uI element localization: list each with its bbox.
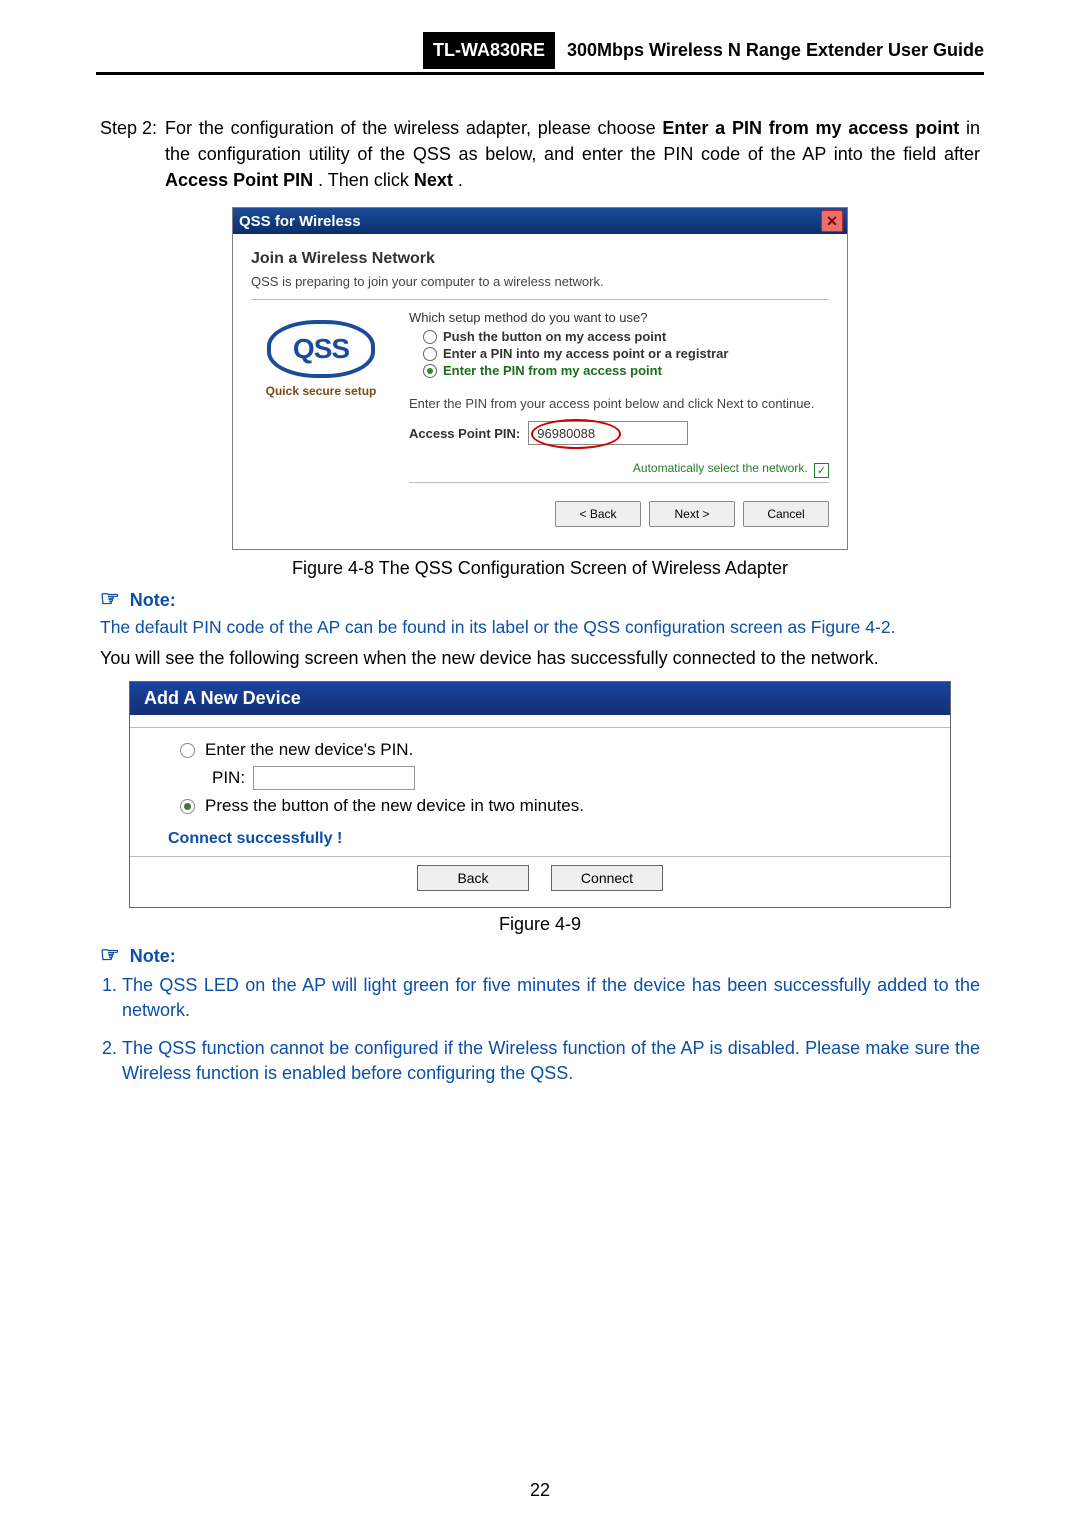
figure-4-8-caption: Figure 4-8 The QSS Configuration Screen …	[100, 558, 980, 579]
figure-4-9-caption: Figure 4-9	[100, 914, 980, 935]
note-label-1: Note:	[130, 590, 176, 611]
option-enter-pin-into-ap[interactable]: Enter a PIN into my access point or a re…	[423, 346, 829, 361]
document-page: TL-WA830RE 300Mbps Wireless N Range Exte…	[0, 0, 1080, 1527]
header-model: TL-WA830RE	[423, 32, 555, 69]
close-icon[interactable]: ✕	[821, 210, 843, 232]
qss-dialog: QSS for Wireless ✕ Join a Wireless Netwo…	[232, 207, 848, 550]
qss-main: QSS Quick secure setup Which setup metho…	[251, 310, 829, 535]
add-device-dialog: Add A New Device Enter the new device's …	[129, 681, 951, 908]
page-number: 22	[0, 1480, 1080, 1501]
back-button[interactable]: < Back	[555, 501, 641, 527]
option-push-button[interactable]: Push the button on my access point	[423, 329, 829, 344]
back-button[interactable]: Back	[417, 865, 529, 891]
step-bold1: Enter a PIN from my access point	[662, 118, 959, 138]
hand-icon: ☞	[100, 944, 120, 966]
access-point-pin-input[interactable]: 96980088	[528, 421, 688, 445]
qss-subtext: QSS is preparing to join your computer t…	[251, 274, 829, 289]
qss-logo-icon: QSS	[267, 320, 375, 378]
note-label-2: Note:	[130, 946, 176, 967]
option-enter-device-pin-label: Enter the new device's PIN.	[205, 740, 413, 760]
radio-icon	[423, 330, 437, 344]
step-pre: For the configuration of the wireless ad…	[165, 118, 662, 138]
step-body: For the configuration of the wireless ad…	[165, 115, 980, 193]
device-pin-input[interactable]	[253, 766, 415, 790]
qss-dialog-title: QSS for Wireless	[239, 213, 361, 230]
hand-icon: ☞	[100, 588, 120, 610]
divider	[130, 727, 950, 728]
list-item: The QSS function cannot be configured if…	[122, 1036, 980, 1086]
cancel-button[interactable]: Cancel	[743, 501, 829, 527]
step-label: Step 2:	[100, 115, 157, 193]
option-enter-pin-into-ap-label: Enter a PIN into my access point or a re…	[443, 346, 728, 361]
plain-text-1: You will see the following screen when t…	[100, 648, 980, 669]
note-body-1: The default PIN code of the AP can be fo…	[100, 617, 980, 638]
add-device-footer: Back Connect	[130, 856, 950, 899]
device-pin-row: PIN:	[212, 766, 928, 790]
list-item: The QSS LED on the AP will light green f…	[122, 973, 980, 1023]
qss-question: Which setup method do you want to use?	[409, 310, 829, 325]
auto-select-label: Automatically select the network.	[633, 461, 808, 475]
connect-success-text: Connect successfully !	[168, 830, 928, 848]
radio-icon	[180, 799, 195, 814]
step-paragraph: Step 2: For the configuration of the wir…	[100, 115, 980, 193]
qss-dialog-footer: < Back Next > Cancel	[409, 493, 829, 535]
auto-select-row: Automatically select the network. ✓	[409, 461, 829, 478]
access-point-pin-value: 96980088	[537, 426, 595, 441]
divider	[409, 482, 829, 483]
qss-dialog-titlebar: QSS for Wireless ✕	[233, 208, 847, 234]
checkbox-auto-select[interactable]: ✓	[814, 463, 829, 478]
access-point-pin-row: Access Point PIN: 96980088	[409, 421, 829, 445]
option-enter-pin-from-ap-label: Enter the PIN from my access point	[443, 363, 662, 378]
step-bold2: Access Point PIN	[165, 170, 313, 190]
qss-dialog-title-text: QSS for Wireless	[239, 213, 361, 230]
radio-icon	[180, 743, 195, 758]
qss-side-logo: QSS Quick secure setup	[251, 320, 391, 535]
note-header-2: ☞ Note:	[100, 945, 980, 967]
option-enter-pin-from-ap[interactable]: Enter the PIN from my access point	[423, 363, 829, 378]
device-pin-label: PIN:	[212, 768, 245, 788]
option-press-button[interactable]: Press the button of the new device in tw…	[180, 796, 928, 816]
qss-dialog-body: Join a Wireless Network QSS is preparing…	[233, 234, 847, 549]
option-enter-device-pin[interactable]: Enter the new device's PIN.	[180, 740, 928, 760]
note-header-1: ☞ Note:	[100, 589, 980, 611]
step-end: .	[458, 170, 463, 190]
radio-icon	[423, 347, 437, 361]
step-bold3: Next	[414, 170, 453, 190]
access-point-pin-label: Access Point PIN:	[409, 426, 520, 441]
option-press-button-label: Press the button of the new device in tw…	[205, 796, 584, 816]
add-device-title: Add A New Device	[130, 682, 950, 715]
qss-heading: Join a Wireless Network	[251, 250, 829, 268]
divider	[251, 299, 829, 300]
page-header: TL-WA830RE 300Mbps Wireless N Range Exte…	[96, 30, 984, 75]
next-button[interactable]: Next >	[649, 501, 735, 527]
header-title: 300Mbps Wireless N Range Extender User G…	[561, 32, 984, 69]
qss-logo-caption: Quick secure setup	[266, 384, 377, 398]
radio-icon	[423, 364, 437, 378]
qss-options-panel: Which setup method do you want to use? P…	[409, 310, 829, 535]
option-push-button-label: Push the button on my access point	[443, 329, 666, 344]
qss-instruction: Enter the PIN from your access point bel…	[409, 396, 829, 411]
connect-button[interactable]: Connect	[551, 865, 663, 891]
notes-list: The QSS LED on the AP will light green f…	[100, 973, 980, 1086]
add-device-body: Enter the new device's PIN. PIN: Press t…	[130, 715, 950, 907]
step-mid2: . Then click	[318, 170, 414, 190]
